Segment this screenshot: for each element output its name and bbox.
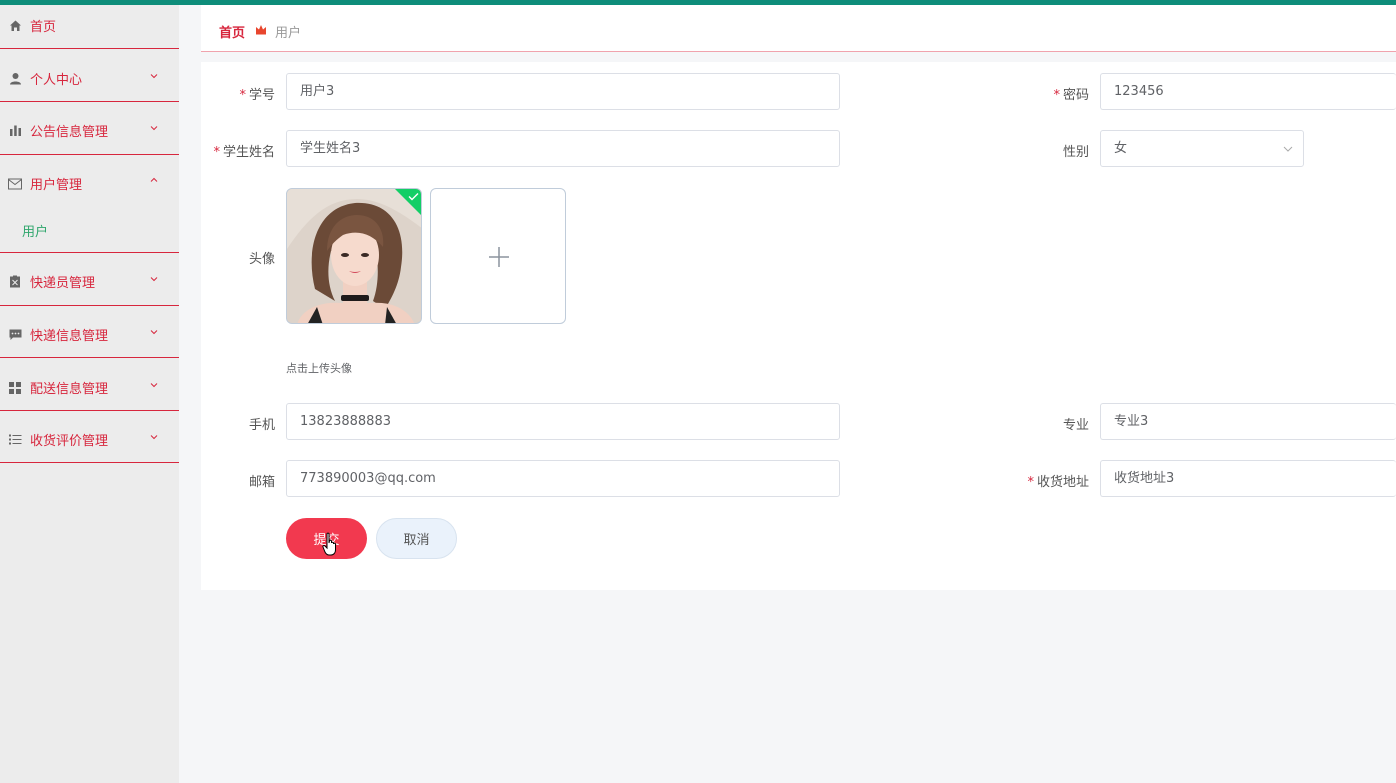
address-label: * 收货地址 xyxy=(1027,475,1089,490)
upload-hint: 点击上传头像 xyxy=(286,362,352,375)
divider xyxy=(0,252,179,253)
crown-icon xyxy=(256,25,266,35)
email-label: 邮箱 xyxy=(248,475,275,490)
chevron-up-icon xyxy=(150,177,158,182)
gender-select-value: 女 xyxy=(1114,141,1128,156)
divider xyxy=(0,410,179,411)
avatar-preview[interactable] xyxy=(286,188,422,324)
plus-icon xyxy=(489,247,509,267)
sidebar-item-users[interactable]: 用户管理 xyxy=(0,174,179,193)
major-label: 专业 xyxy=(1062,418,1089,433)
mail-icon xyxy=(8,177,22,191)
sidebar-subitem-users[interactable]: 用户 xyxy=(22,221,48,240)
phone-label: 手机 xyxy=(248,418,275,433)
name-label: * 学生姓名 xyxy=(213,145,275,160)
clipboard-icon xyxy=(8,275,22,289)
user-icon xyxy=(8,72,22,86)
chevron-down-icon xyxy=(1283,146,1293,152)
cancel-button[interactable]: 取消 xyxy=(376,518,457,559)
chevron-down-icon xyxy=(150,74,158,79)
divider xyxy=(0,48,179,49)
sidebar-item-express[interactable]: 快递信息管理 xyxy=(0,325,179,344)
divider xyxy=(0,462,179,463)
sidebar-item-personal[interactable]: 个人中心 xyxy=(0,69,179,88)
major-input[interactable]: 专业3 xyxy=(1100,403,1396,440)
bar-chart-icon xyxy=(8,124,22,138)
sidebar-item-label: 首页 xyxy=(30,20,57,35)
list-icon xyxy=(8,433,22,447)
sidebar-item-home[interactable]: 首页 xyxy=(0,16,179,35)
sidebar-item-review[interactable]: 收货评价管理 xyxy=(0,430,179,449)
sidebar-item-courier[interactable]: 快递员管理 xyxy=(0,272,179,291)
grid-icon xyxy=(8,381,22,395)
sidebar: 首页 个人中心 公告信息管理 用户管理 用户 快递员管理 快递信息管理 配送信息… xyxy=(0,5,179,783)
sidebar-item-delivery[interactable]: 配送信息管理 xyxy=(0,378,179,397)
address-input[interactable]: 收货地址3 xyxy=(1100,460,1396,497)
divider xyxy=(0,357,179,358)
breadcrumb-home[interactable]: 首页 xyxy=(219,22,245,41)
breadcrumb: 首页 用户 xyxy=(201,5,1396,52)
email-input[interactable]: 773890003@qq.com xyxy=(286,460,840,497)
gender-label: 性别 xyxy=(1062,145,1089,160)
name-input[interactable]: 学生姓名3 xyxy=(286,130,840,167)
hand-cursor-icon xyxy=(322,532,336,556)
gender-select[interactable]: 女 xyxy=(1100,130,1304,167)
password-label: * 密码 xyxy=(1053,88,1089,103)
home-icon xyxy=(8,19,22,33)
chevron-down-icon xyxy=(150,435,158,440)
avatar-upload-button[interactable] xyxy=(430,188,566,324)
divider xyxy=(0,305,179,306)
check-icon xyxy=(408,193,419,201)
chevron-down-icon xyxy=(150,330,158,335)
sidebar-item-notice[interactable]: 公告信息管理 xyxy=(0,121,179,140)
student-no-label: * 学号 xyxy=(239,88,275,103)
divider xyxy=(0,101,179,102)
chevron-down-icon xyxy=(150,383,158,388)
chevron-down-icon xyxy=(150,126,158,131)
chat-icon xyxy=(8,328,22,342)
student-no-input[interactable]: 用户3 xyxy=(286,73,840,110)
chevron-down-icon xyxy=(150,277,158,282)
password-input[interactable]: 123456 xyxy=(1100,73,1396,110)
avatar-label: 头像 xyxy=(248,252,275,267)
phone-input[interactable]: 13823888883 xyxy=(286,403,840,440)
breadcrumb-current: 用户 xyxy=(275,26,302,41)
divider xyxy=(0,154,179,155)
